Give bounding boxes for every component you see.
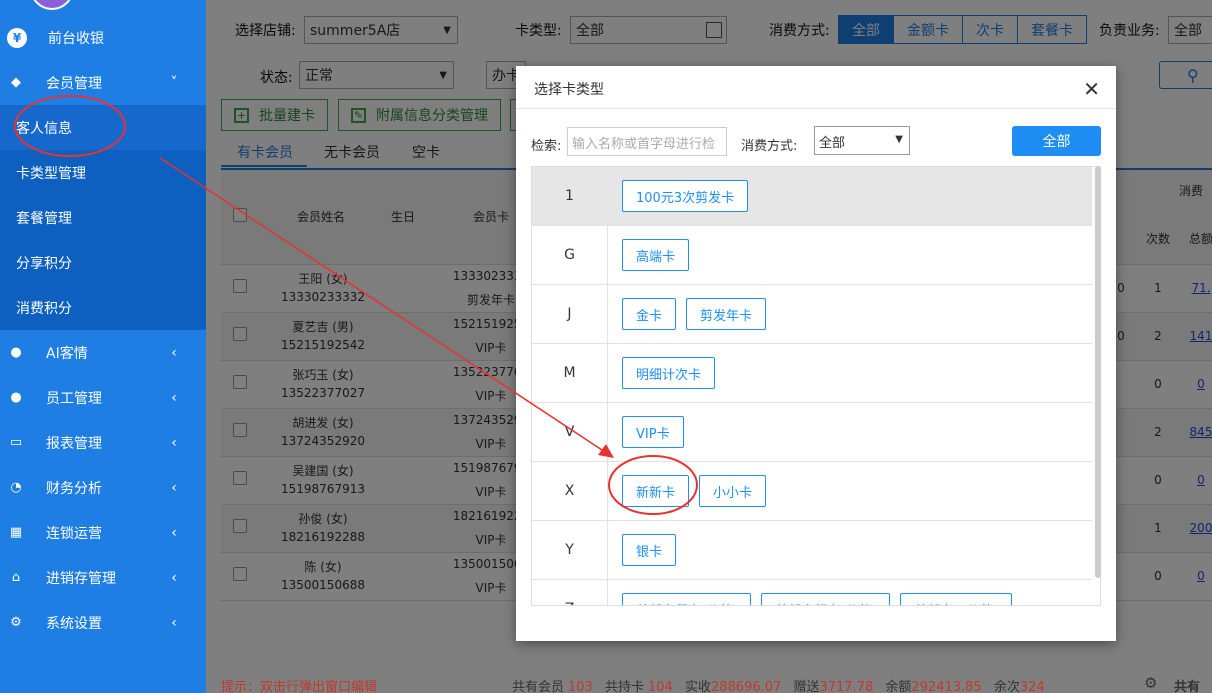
modal-consume-select[interactable]: 全部 ▼ xyxy=(814,126,910,155)
avatar[interactable] xyxy=(30,0,74,10)
pie-chart-icon: ◔ xyxy=(10,480,22,495)
card-group-list: 1 100元3次剪发卡 G 高端卡 J 金卡 剪发年卡 M 明细计次卡 V VIP卡 X 新新卡 小小卡 Y… xyxy=(531,166,1101,606)
sidebar-item-8[interactable]: ⚙ 系统设置 ‹ xyxy=(0,600,206,645)
chevron-icon: ˅ xyxy=(170,74,178,91)
gear-icon: ⚙ xyxy=(10,615,22,630)
card-type-modal: 选择卡类型 ✕ 检索: 输入名称或首字母进行检 消费方式: 全部 ▼ 全部 1 10… xyxy=(516,66,1116,641)
sidebar-item-label: 会员管理 xyxy=(46,75,102,92)
sidebar-item-6[interactable]: ▦ 连锁运营 ‹ xyxy=(0,510,206,555)
sidebar-item-label: 财务分析 xyxy=(46,480,102,497)
chevron-icon: ‹ xyxy=(171,524,177,541)
card-option[interactable]: 银卡 xyxy=(622,534,677,566)
modal-scrollbar[interactable] xyxy=(1095,166,1101,578)
sidebar-item-7[interactable]: ⌂ 进销存管理 ‹ xyxy=(0,555,206,600)
group-key: V xyxy=(532,403,608,461)
card-option[interactable]: VIP卡 xyxy=(622,416,684,448)
card-group-Y: Y 银卡 xyxy=(532,521,1092,580)
sidebar-item-label: 连锁运营 xyxy=(46,525,102,542)
footer-more: 共有数 xyxy=(1174,680,1201,693)
group-key: J xyxy=(532,285,608,343)
group-key: Y xyxy=(532,521,608,579)
group-key: G xyxy=(532,226,608,284)
close-icon[interactable]: ✕ xyxy=(1083,77,1100,101)
group-key: Z xyxy=(532,580,608,605)
sidebar-subitem-3[interactable]: 分享积分 xyxy=(0,240,206,285)
group-key: 1 xyxy=(532,167,608,225)
card-options: VIP卡 xyxy=(622,416,684,448)
modal-title: 选择卡类型 xyxy=(534,82,604,98)
card-group-J: J 金卡 剪发年卡 xyxy=(532,285,1092,344)
card-option[interactable]: 高端卡 xyxy=(622,239,690,271)
card-options: 高端卡 xyxy=(622,239,690,271)
modal-search-label: 检索: xyxy=(531,139,562,154)
chevron-icon: ‹ xyxy=(171,479,177,496)
chevron-icon: ‹ xyxy=(171,614,177,631)
yen-icon: ¥ xyxy=(7,27,27,48)
sidebar-item-label: 系统设置 xyxy=(46,615,102,632)
card-option[interactable]: 总部金额卡[公共] xyxy=(761,593,891,605)
card-options: 总部套餐卡[公共] 总部金额卡[公共] 总部卡3[公共] xyxy=(622,593,1012,605)
sidebar-item-label: 进销存管理 xyxy=(46,570,116,587)
card-option[interactable]: 明细计次卡 xyxy=(622,357,716,389)
footer-stats: 共有会员 103 共持卡 104 实收288696.07 赠送3717.78 余额2… xyxy=(512,680,1045,693)
footer-hint: 提示：双击行弹出窗口编辑 xyxy=(221,680,378,693)
monitor-icon: ▭ xyxy=(9,435,23,450)
chevron-icon: ‹ xyxy=(171,569,177,586)
chevron-down-icon: ▼ xyxy=(895,134,903,145)
chevron-icon: ‹ xyxy=(171,389,177,406)
card-option[interactable]: 总部卡3[公共] xyxy=(900,593,1012,605)
sidebar-item-3[interactable]: ● 员工管理 ‹ xyxy=(0,375,206,420)
group-key: M xyxy=(532,344,608,402)
modal-search-input[interactable]: 输入名称或首字母进行检 xyxy=(567,127,727,156)
sidebar-subitem-4[interactable]: 消费积分 xyxy=(0,285,206,330)
group-key: X xyxy=(532,462,608,520)
sidebar-item-label: 员工管理 xyxy=(46,390,102,407)
card-option[interactable]: 新新卡 xyxy=(622,475,690,507)
card-options: 新新卡 小小卡 xyxy=(622,475,767,507)
card-options: 银卡 xyxy=(622,534,677,566)
card-option[interactable]: 小小卡 xyxy=(699,475,767,507)
sidebar-item-label: 前台收银 xyxy=(48,30,104,47)
card-group-1: 1 100元3次剪发卡 xyxy=(532,167,1092,226)
home-icon: ⌂ xyxy=(11,570,21,585)
modal-divider xyxy=(516,108,1116,109)
sidebar: ¥ 前台收银 ◆ 会员管理 ˅ ● AI客情 ‹ ● 员工管理 ‹ ▭ 报表管理 ‹ ◔… xyxy=(0,0,206,693)
card-option[interactable]: 剪发年卡 xyxy=(686,298,767,330)
gear-icon[interactable]: ⚙ xyxy=(1144,674,1157,692)
user-heart-icon: ● xyxy=(10,345,22,360)
chevron-icon: ‹ xyxy=(171,434,177,451)
card-group-V: V VIP卡 xyxy=(532,403,1092,462)
diamond-icon: ◆ xyxy=(11,75,21,90)
card-group-G: G 高端卡 xyxy=(532,226,1092,285)
card-group-Z: Z 总部套餐卡[公共] 总部金额卡[公共] 总部卡3[公共] xyxy=(532,580,1092,605)
footer: 提示：双击行弹出窗口编辑 共有会员 103 共持卡 104 实收288696.07 … xyxy=(206,660,1212,693)
sidebar-item-5[interactable]: ◔ 财务分析 ‹ xyxy=(0,465,206,510)
card-options: 金卡 剪发年卡 xyxy=(622,298,767,330)
sidebar-item-label: AI客情 xyxy=(46,345,88,362)
building-icon: ▦ xyxy=(9,525,23,540)
card-option[interactable]: 100元3次剪发卡 xyxy=(622,180,749,212)
card-group-M: M 明细计次卡 xyxy=(532,344,1092,403)
sidebar-subitem-0[interactable]: 客人信息 xyxy=(0,105,206,150)
card-options: 明细计次卡 xyxy=(622,357,716,389)
sidebar-item-4[interactable]: ▭ 报表管理 ‹ xyxy=(0,420,206,465)
sidebar-item-2[interactable]: ● AI客情 ‹ xyxy=(0,330,206,375)
card-option[interactable]: 总部套餐卡[公共] xyxy=(622,593,752,605)
sidebar-item-0[interactable]: ¥ 前台收银 xyxy=(0,15,206,60)
card-group-X: X 新新卡 小小卡 xyxy=(532,462,1092,521)
modal-consume-label: 消费方式: xyxy=(741,139,798,154)
sidebar-subitem-1[interactable]: 卡类型管理 xyxy=(0,150,206,195)
card-options: 100元3次剪发卡 xyxy=(622,180,749,212)
sidebar-item-label: 报表管理 xyxy=(46,435,102,452)
chevron-icon: ‹ xyxy=(171,344,177,361)
sidebar-subitem-2[interactable]: 套餐管理 xyxy=(0,195,206,240)
modal-all-button[interactable]: 全部 xyxy=(1012,126,1101,156)
sidebar-item-1[interactable]: ◆ 会员管理 ˅ xyxy=(0,60,206,105)
card-option[interactable]: 金卡 xyxy=(622,298,677,330)
user-icon: ● xyxy=(10,390,22,405)
